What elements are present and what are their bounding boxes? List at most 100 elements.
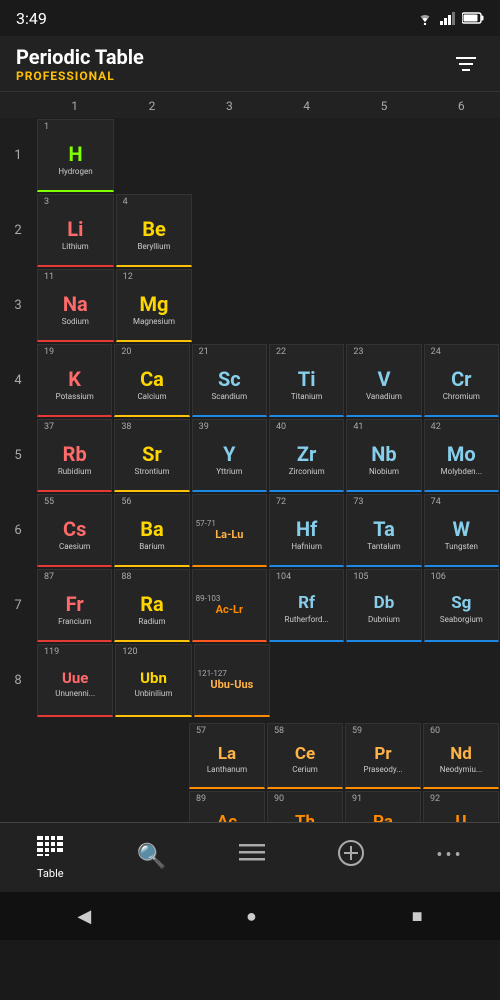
- element-Uue[interactable]: 119 Uue Ununenni...: [37, 644, 113, 717]
- empty-cell: [116, 119, 191, 192]
- empty-cell: [271, 194, 346, 267]
- element-Sc[interactable]: 21 Sc Scandium: [192, 344, 267, 417]
- empty-cell: [347, 119, 422, 192]
- nav-item-more[interactable]: •••: [424, 837, 475, 878]
- search-nav-icon: 🔍: [137, 842, 167, 870]
- element-U[interactable]: 92 U Uranium: [423, 791, 499, 822]
- element-Rf[interactable]: 104 Rf Rutherford...: [269, 569, 344, 642]
- empty-cell: [270, 119, 345, 192]
- element-Ca[interactable]: 20 Ca Calcium: [114, 344, 189, 417]
- row-label-6: 6: [0, 493, 36, 568]
- empty-cell: [424, 269, 499, 342]
- element-Ubn[interactable]: 120 Ubn Unbinilium: [115, 644, 191, 717]
- lanthanide-row-label: [0, 722, 36, 790]
- element-Rb[interactable]: 37 Rb Rubidium: [37, 419, 112, 492]
- element-Li[interactable]: 3 Li Lithium: [37, 194, 114, 267]
- more-nav-icon: •••: [436, 845, 463, 866]
- pt-row-1: 1 1 H Hydrogen: [0, 118, 500, 193]
- app-title-text: Periodic Table: [16, 45, 144, 69]
- element-Cs[interactable]: 55 Cs Caesium: [37, 494, 112, 567]
- element-Be[interactable]: 4 Be Beryllium: [116, 194, 193, 267]
- app-subtitle: PROFESSIONAL: [16, 69, 144, 83]
- battery-icon: [462, 12, 484, 24]
- list-nav-icon: [239, 842, 265, 870]
- col-header-6: 6: [423, 92, 500, 118]
- element-K[interactable]: 19 K Potassium: [37, 344, 112, 417]
- nav-label-table: Table: [37, 867, 64, 880]
- element-Sr[interactable]: 38 Sr Strontium: [114, 419, 189, 492]
- nav-item-search[interactable]: 🔍: [125, 834, 179, 882]
- element-Ti[interactable]: 22 Ti Titanium: [269, 344, 344, 417]
- element-La-Lu-placeholder[interactable]: 57-71 La-Lu: [192, 494, 267, 567]
- nav-item-list[interactable]: [227, 834, 277, 882]
- element-Na[interactable]: 11 Na Sodium: [37, 269, 114, 342]
- row-label-7: 7: [0, 568, 36, 643]
- col-header-1: 1: [36, 92, 113, 118]
- column-headers: 1 2 3 4 5 6: [0, 92, 500, 118]
- pt-row-2: 2 3 Li Lithium 4 Be Beryllium: [0, 193, 500, 268]
- element-Th[interactable]: 90 Th Thorium: [267, 791, 343, 822]
- filter-button[interactable]: [448, 46, 484, 82]
- empty-cell: [425, 644, 499, 717]
- table-nav-icon: [36, 835, 64, 863]
- lanthanide-row: 57 La Lanthanum 58 Ce Cerium 59 Pr Prase…: [0, 722, 500, 790]
- element-Ra[interactable]: 88 Ra Radium: [114, 569, 189, 642]
- element-Hf[interactable]: 72 Hf Hafnium: [269, 494, 344, 567]
- element-H[interactable]: 1 H Hydrogen: [37, 119, 114, 192]
- element-Fr[interactable]: 87 Fr Francium: [37, 569, 112, 642]
- element-Sg[interactable]: 106 Sg Seaborgium: [424, 569, 499, 642]
- element-Pr[interactable]: 59 Pr Praseody...: [345, 723, 421, 789]
- pt-row-7: 7 87 Fr Francium 88 Ra Radium 89-103 Ac-…: [0, 568, 500, 643]
- element-Ce[interactable]: 58 Ce Cerium: [267, 723, 343, 789]
- empty-cell: [37, 791, 111, 822]
- element-W[interactable]: 74 W Tungsten: [424, 494, 499, 567]
- element-Cr[interactable]: 24 Cr Chromium: [424, 344, 499, 417]
- home-button[interactable]: ●: [246, 906, 257, 927]
- nav-item-add[interactable]: [326, 832, 376, 884]
- element-Ta[interactable]: 73 Ta Tantalum: [346, 494, 421, 567]
- empty-cell: [193, 119, 268, 192]
- actinide-row-label: [0, 790, 36, 822]
- filter-icon: [454, 54, 478, 74]
- empty-cell: [194, 194, 269, 267]
- empty-cell: [348, 194, 423, 267]
- actinide-row: 89 Ac Actinium 90 Th Thorium 91 Pa Prota…: [0, 790, 500, 822]
- element-Pa[interactable]: 91 Pa Protactini...: [345, 791, 421, 822]
- empty-cell: [113, 723, 187, 789]
- element-Zr[interactable]: 40 Zr Zirconium: [269, 419, 344, 492]
- element-Db[interactable]: 105 Db Dubnium: [346, 569, 421, 642]
- pt-row-8: 8 119 Uue Ununenni... 120 Ubn Unbinilium…: [0, 643, 500, 718]
- col-header-3: 3: [191, 92, 268, 118]
- element-Ba[interactable]: 56 Ba Barium: [114, 494, 189, 567]
- row-label-5: 5: [0, 418, 36, 493]
- recent-button[interactable]: ■: [412, 906, 423, 927]
- row-label-4: 4: [0, 343, 36, 418]
- empty-cell: [424, 194, 499, 267]
- element-Mo[interactable]: 42 Mo Molybden...: [424, 419, 499, 492]
- back-button[interactable]: ◀: [77, 906, 91, 927]
- periodic-table-grid: 1 1 H Hydrogen 2 3 Li Lithium 4: [0, 118, 500, 822]
- element-Mg[interactable]: 12 Mg Magnesium: [116, 269, 193, 342]
- periodic-table-area: 1 2 3 4 5 6 1 1 H Hydrogen 2 3: [0, 92, 500, 822]
- row-label-8: 8: [0, 643, 36, 718]
- pt-row-6: 6 55 Cs Caesium 56 Ba Barium 57-71 La-Lu…: [0, 493, 500, 568]
- empty-cell: [348, 644, 422, 717]
- row-label-1: 1: [0, 118, 36, 193]
- empty-cell: [348, 269, 423, 342]
- col-header-2: 2: [113, 92, 190, 118]
- element-Nb[interactable]: 41 Nb Niobium: [346, 419, 421, 492]
- nav-item-table[interactable]: Table: [24, 827, 76, 888]
- element-Ac-Lr-placeholder[interactable]: 89-103 Ac-Lr: [192, 569, 267, 642]
- pt-row-4: 4 19 K Potassium 20 Ca Calcium 21 Sc Sca…: [0, 343, 500, 418]
- element-Nd[interactable]: 60 Nd Neodymiu...: [423, 723, 499, 789]
- android-navigation-bar: ◀ ● ■: [0, 892, 500, 940]
- bottom-navigation: Table 🔍 •••: [0, 822, 500, 892]
- element-V[interactable]: 23 V Vanadium: [346, 344, 421, 417]
- status-bar: 3:49: [0, 0, 500, 36]
- element-Y[interactable]: 39 Y Yttrium: [192, 419, 267, 492]
- empty-cell: [113, 791, 187, 822]
- element-Ac[interactable]: 89 Ac Actinium: [189, 791, 265, 822]
- element-Ubu-Uus-placeholder[interactable]: 121-127 Ubu-Uus: [194, 644, 270, 717]
- element-La[interactable]: 57 La Lanthanum: [189, 723, 265, 789]
- pt-row-5: 5 37 Rb Rubidium 38 Sr Strontium 39 Y Yt…: [0, 418, 500, 493]
